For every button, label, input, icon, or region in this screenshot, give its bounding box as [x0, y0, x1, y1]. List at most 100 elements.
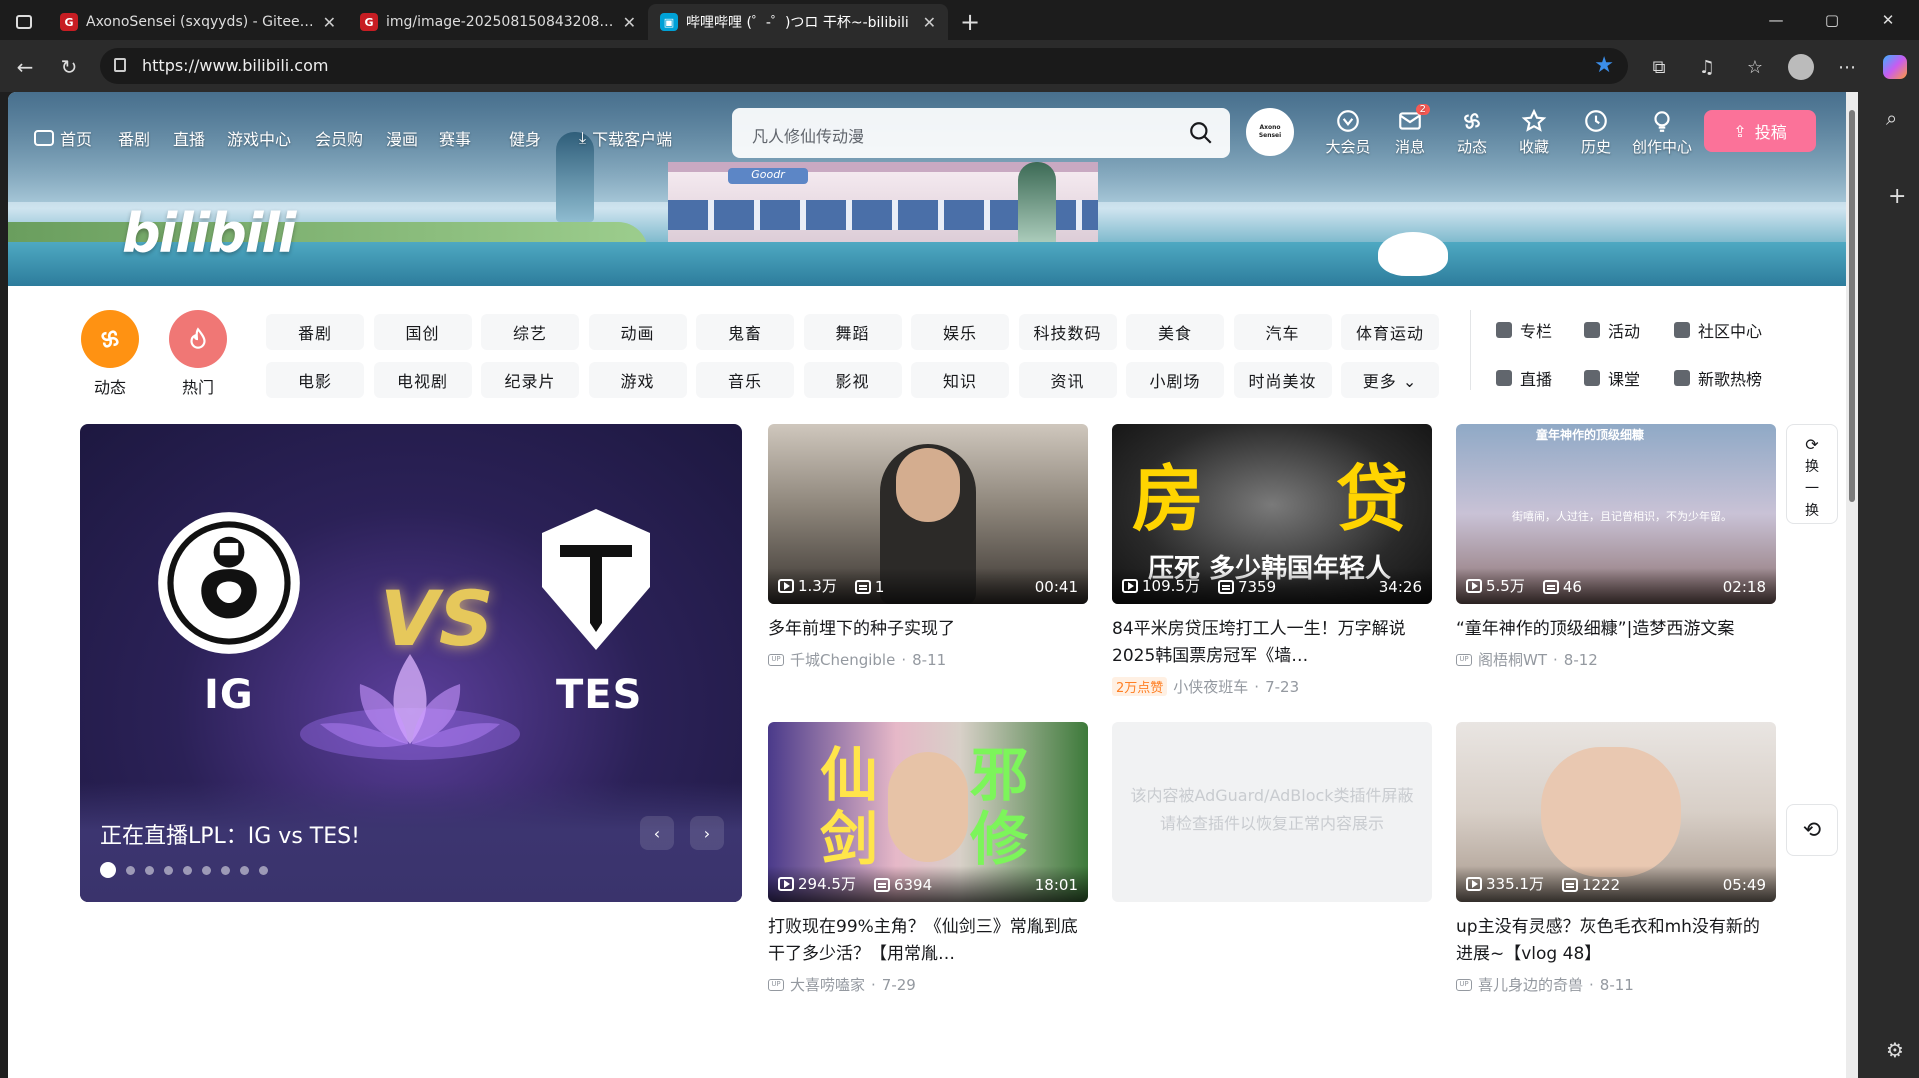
channel-chip[interactable]: 动画	[588, 314, 687, 350]
channel-hot[interactable]: 热门	[168, 310, 228, 398]
message-button[interactable]: 2 消息	[1382, 104, 1438, 157]
quick-activity[interactable]: 活动	[1584, 318, 1640, 342]
channel-chip[interactable]: 综艺	[481, 314, 579, 350]
channel-chip[interactable]: 音乐	[696, 362, 794, 398]
history-button[interactable]: 历史	[1568, 108, 1624, 157]
channel-chip[interactable]: 体育运动	[1341, 314, 1439, 350]
close-window-button[interactable]: ✕	[1860, 0, 1916, 40]
channel-chip[interactable]: 娱乐	[911, 314, 1009, 350]
browser-tab-image[interactable]: G img/image-20250815084320852.png ✕	[348, 4, 648, 40]
carousel-dot[interactable]	[126, 865, 135, 875]
creator-center-button[interactable]: 创作中心	[1630, 108, 1694, 157]
channel-chip[interactable]: 时尚美妆	[1233, 362, 1332, 398]
sidebar-settings-icon[interactable]: ⚙	[1886, 1038, 1904, 1062]
vip-button[interactable]: 大会员	[1320, 108, 1376, 157]
page-scrollbar[interactable]	[1846, 92, 1858, 1078]
browser-tab-gitee[interactable]: G AxonoSensei (sxqyyds) - Gitee.com ✕	[48, 4, 348, 40]
video-thumbnail[interactable]: 1.3万 1 00:41	[768, 424, 1088, 604]
nav-esports[interactable]: 赛事	[439, 126, 471, 150]
video-title[interactable]: “童年神作的顶级细糠”|造梦西游文案	[1456, 616, 1776, 643]
video-card[interactable]: 1.3万 1 00:41 多年前埋下的种子实现了 UP 千城Chengible …	[768, 424, 1088, 670]
carousel-dot[interactable]	[100, 862, 116, 878]
copilot-icon[interactable]	[1882, 54, 1908, 80]
quick-live[interactable]: 直播	[1496, 366, 1552, 390]
video-card[interactable]: 仙 剑 邪 修 294.5万 6394 18:01 打败现在99%主角？《仙剑三…	[768, 722, 1088, 995]
nav-game-center[interactable]: 游戏中心	[227, 126, 291, 150]
quick-community[interactable]: 社区中心	[1674, 318, 1762, 342]
nav-fitness[interactable]: 健身	[509, 126, 541, 150]
channel-chip[interactable]: 知识	[911, 362, 1009, 398]
back-button[interactable]: ←	[12, 54, 38, 80]
video-author[interactable]: 千城Chengible	[790, 649, 895, 670]
video-card[interactable]: 335.1万 1222 05:49 up主没有灵感？灰色毛衣和mh没有新的进展~…	[1456, 722, 1776, 995]
carousel-title[interactable]: 正在直播LPL：IG vs TES!	[100, 818, 360, 850]
video-thumbnail[interactable]: 仙 剑 邪 修 294.5万 6394 18:01	[768, 722, 1088, 902]
video-card[interactable]: 房 贷 压死 多少韩国年轻人 109.5万 7359 34:26 84平米房贷压…	[1112, 424, 1432, 697]
search-input[interactable]: 凡人修仙传动漫	[752, 123, 864, 147]
channel-chip[interactable]: 电视剧	[373, 362, 472, 398]
minimize-button[interactable]: —	[1748, 0, 1804, 40]
tab-actions[interactable]	[0, 4, 48, 40]
refresh-feed-button[interactable]: ⟳ 换 一 换	[1786, 424, 1838, 524]
upload-button[interactable]: ⇪ 投稿	[1704, 110, 1816, 152]
carousel-dot[interactable]	[183, 865, 192, 875]
nav-live[interactable]: 直播	[173, 126, 205, 150]
carousel-dot[interactable]	[202, 865, 211, 875]
scrollbar-thumb[interactable]	[1849, 110, 1855, 502]
channel-chip[interactable]: 小剧场	[1126, 362, 1224, 398]
carousel-dot[interactable]	[259, 865, 268, 875]
carousel-prev-button[interactable]: ‹	[640, 816, 674, 850]
tab-close-icon[interactable]: ✕	[623, 13, 636, 32]
url-field[interactable]: https://www.bilibili.com ★	[100, 48, 1628, 84]
video-author[interactable]: 大喜唠嗑家	[790, 974, 865, 995]
search-box[interactable]: 凡人修仙传动漫	[732, 108, 1230, 158]
user-avatar[interactable]: Axono Sensei	[1246, 108, 1294, 156]
channel-chip[interactable]: 汽车	[1233, 314, 1332, 350]
carousel-dot[interactable]	[145, 865, 154, 875]
channel-chip[interactable]: 舞蹈	[803, 314, 902, 350]
video-title[interactable]: 84平米房贷压垮打工人一生！万字解说2025韩国票房冠军《墙…	[1112, 616, 1432, 670]
nav-download-client[interactable]: ⤓ 下载客户端	[579, 126, 672, 150]
video-author[interactable]: 喜儿身边的奇兽	[1478, 974, 1583, 995]
carousel-dot[interactable]	[164, 865, 173, 875]
tab-close-icon[interactable]: ✕	[323, 13, 336, 32]
video-author[interactable]: 阁梧桐WT	[1478, 649, 1547, 670]
channel-chip[interactable]: 影视	[803, 362, 902, 398]
media-icon[interactable]: ♫	[1694, 54, 1720, 80]
favorites-icon[interactable]: ☆	[1742, 54, 1768, 80]
quick-music-chart[interactable]: 新歌热榜	[1674, 366, 1762, 390]
back-to-top-button[interactable]: ⟲	[1786, 804, 1838, 856]
video-title[interactable]: 多年前埋下的种子实现了	[768, 616, 1088, 643]
nav-manga[interactable]: 漫画	[386, 126, 418, 150]
sidebar-add-icon[interactable]: +	[1888, 184, 1906, 209]
channel-chip[interactable]: 鬼畜	[696, 314, 794, 350]
nav-bangumi[interactable]: 番剧	[118, 126, 150, 150]
favorites-button[interactable]: 收藏	[1506, 108, 1562, 157]
video-title[interactable]: 打败现在99%主角？《仙剑三》常胤到底干了多少活？【用常胤…	[768, 914, 1088, 968]
video-author[interactable]: 小侠夜班车	[1173, 676, 1248, 697]
extensions-icon[interactable]: ⧉	[1646, 54, 1672, 80]
maximize-button[interactable]: ▢	[1804, 0, 1860, 40]
browser-tab-bilibili[interactable]: ▣ 哔哩哔哩 (゜-゜)つロ 干杯~-bilibili ✕	[648, 4, 948, 40]
video-title[interactable]: up主没有灵感？灰色毛衣和mh没有新的进展~【vlog 48】	[1456, 914, 1776, 968]
nav-mall[interactable]: 会员购	[315, 126, 363, 150]
bilibili-logo[interactable]: bilibili	[122, 202, 296, 265]
new-tab-button[interactable]: +	[948, 4, 992, 40]
video-thumbnail[interactable]: 童年神作的顶级细糠 街嘻闹，人过往，且记曾相识，不为少年留。 5.5万 46 0…	[1456, 424, 1776, 604]
video-thumbnail[interactable]: 房 贷 压死 多少韩国年轻人 109.5万 7359 34:26	[1112, 424, 1432, 604]
quick-class[interactable]: 课堂	[1584, 366, 1640, 390]
nav-home[interactable]: 首页	[34, 126, 92, 150]
channel-chip[interactable]: 科技数码	[1018, 314, 1117, 350]
channel-chip[interactable]: 资讯	[1018, 362, 1117, 398]
sidebar-search-icon[interactable]: ⌕	[1886, 106, 1897, 130]
video-thumbnail[interactable]: 335.1万 1222 05:49	[1456, 722, 1776, 902]
tab-close-icon[interactable]: ✕	[923, 13, 936, 32]
favorite-star-icon[interactable]: ★	[1594, 53, 1614, 78]
search-icon[interactable]	[1188, 120, 1214, 146]
carousel-next-button[interactable]: ›	[690, 816, 724, 850]
more-menu-icon[interactable]: ⋯	[1834, 54, 1860, 80]
banner-carousel[interactable]: IG TES VS 正在直播LPL：IG vs TES! ‹ ›	[80, 424, 742, 902]
profile-avatar[interactable]	[1788, 54, 1814, 80]
channel-chip[interactable]: 游戏	[588, 362, 687, 398]
quick-column[interactable]: 专栏	[1496, 318, 1552, 342]
